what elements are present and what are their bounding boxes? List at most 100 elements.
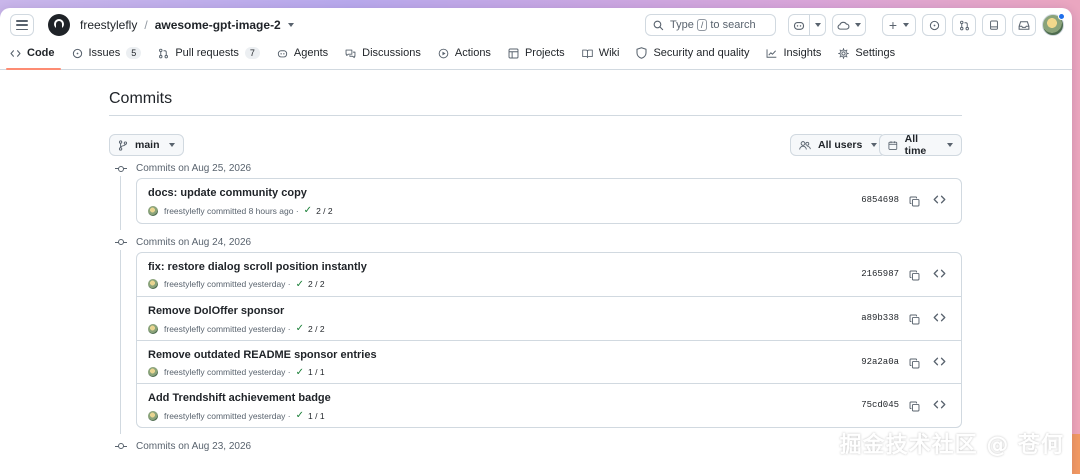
commit-time: committed yesterday: [207, 410, 286, 421]
page-title: Commits: [109, 90, 173, 107]
time-filter-button[interactable]: All time: [879, 133, 962, 157]
repositories-button[interactable]: [982, 14, 1006, 36]
copy-icon[interactable]: [909, 312, 920, 325]
commit-sha-link[interactable]: 6854698: [861, 195, 899, 205]
commit-author-link[interactable]: freestylefly: [164, 324, 205, 334]
copy-icon[interactable]: [909, 356, 920, 368]
issues-shortcut-button[interactable]: [922, 14, 946, 36]
commit-author-link[interactable]: freestylefly: [164, 411, 205, 421]
cloud-icon: [837, 21, 850, 30]
check-icon[interactable]: ✓: [296, 323, 304, 334]
tab-pull-requests[interactable]: Pull requests 7: [158, 42, 260, 64]
checks-count[interactable]: 2 / 2: [316, 206, 333, 216]
browse-repo-icon[interactable]: [933, 398, 946, 411]
tab-counter: 5: [126, 47, 142, 59]
users-filter-label: All users: [818, 139, 863, 151]
commit-message-link[interactable]: fix: restore dialog scroll position inst…: [148, 261, 367, 273]
github-logo-icon[interactable]: [48, 14, 70, 36]
check-icon[interactable]: ✓: [296, 410, 304, 421]
tab-label: Agents: [293, 47, 329, 59]
pull-requests-shortcut-button[interactable]: [952, 14, 976, 36]
commit-meta: freestylefly committed yesterday · ✓ 2 / 2: [148, 323, 325, 334]
commit-time: committed yesterday: [207, 323, 286, 334]
users-filter-button[interactable]: All users: [790, 134, 887, 156]
tab-code[interactable]: Code: [6, 42, 60, 70]
checks-count[interactable]: 2 / 2: [308, 324, 325, 334]
tab-projects[interactable]: Projects: [508, 42, 565, 64]
meta-separator: ·: [285, 410, 291, 421]
author-avatar[interactable]: [148, 205, 158, 216]
commit-message-link[interactable]: Remove outdated README sponsor entries: [148, 349, 377, 361]
browse-repo-icon[interactable]: [933, 193, 946, 206]
browse-repo-icon[interactable]: [933, 355, 946, 368]
commit-row: Remove outdated README sponsor entries fr…: [137, 339, 961, 384]
tab-security-and-quality[interactable]: Security and quality: [636, 42, 749, 64]
codespaces-button[interactable]: [832, 14, 866, 36]
notification-dot: [1058, 13, 1065, 20]
tab-agents[interactable]: Agents: [277, 42, 328, 64]
author-avatar[interactable]: [148, 410, 158, 421]
commit-author-link[interactable]: freestylefly: [164, 367, 205, 377]
chevron-down-icon[interactable]: [287, 23, 294, 27]
commit-sha-link[interactable]: 92a2a0a: [861, 357, 899, 367]
menu-button[interactable]: [10, 14, 34, 36]
commit-message-link[interactable]: Add Trendshift achievement badge: [148, 392, 331, 404]
repo-owner-link[interactable]: freestylefly: [80, 18, 137, 32]
checks-count[interactable]: 1 / 1: [308, 367, 325, 377]
search-placeholder-suffix: to search: [710, 19, 756, 31]
user-avatar[interactable]: [1042, 13, 1065, 36]
title-divider: [109, 115, 962, 116]
browse-repo-icon[interactable]: [933, 267, 946, 280]
commit-author-link[interactable]: freestylefly: [164, 279, 205, 289]
copy-icon[interactable]: [909, 194, 920, 207]
author-avatar[interactable]: [148, 279, 158, 289]
tab-discussions[interactable]: Discussions: [345, 42, 421, 64]
tab-insights[interactable]: Insights: [766, 42, 821, 64]
tab-counter: 7: [244, 47, 260, 59]
tab-label: Insights: [783, 47, 822, 59]
commit-author-link[interactable]: freestylefly: [164, 206, 205, 216]
search-input[interactable]: Type / to search: [645, 14, 776, 36]
tab-wiki[interactable]: Wiki: [581, 42, 619, 64]
commit-date-label: Commits on Aug 24, 2026: [136, 236, 252, 248]
check-icon[interactable]: ✓: [304, 205, 312, 216]
copy-icon[interactable]: [909, 268, 920, 280]
commit-date-label: Commits on Aug 25, 2026: [136, 163, 252, 174]
browse-repo-icon[interactable]: [933, 311, 946, 324]
commit-sha-link[interactable]: a89b338: [861, 313, 899, 323]
commit-sha-link[interactable]: 2165987: [861, 269, 899, 279]
check-icon[interactable]: ✓: [296, 367, 304, 378]
tab-issues[interactable]: Issues 5: [72, 42, 142, 64]
git-branch-icon: [118, 139, 128, 151]
commit-meta: freestylefly committed yesterday · ✓ 1 / 1: [148, 367, 325, 378]
branch-name: main: [135, 139, 160, 151]
copilot-button[interactable]: [788, 14, 810, 36]
commit-message-link[interactable]: docs: update community copy: [148, 187, 307, 199]
tab-label: Security and quality: [653, 47, 750, 59]
commits-page: Commits main All users All time Commits …: [109, 78, 962, 474]
people-icon: [799, 140, 811, 150]
repo-name-link[interactable]: awesome-gpt-image-2: [155, 18, 281, 32]
check-icon[interactable]: ✓: [296, 279, 304, 290]
plus-icon: +: [888, 17, 898, 33]
checks-count[interactable]: 2 / 2: [308, 279, 325, 289]
timeline-line: [120, 249, 121, 434]
commit-group-heading: Commits on Aug 24, 2026: [109, 237, 251, 248]
tab-actions[interactable]: Actions: [438, 42, 491, 64]
tab-settings[interactable]: Settings: [838, 42, 895, 64]
commit-message-link[interactable]: Remove DolOffer sponsor: [148, 305, 284, 317]
commit-sha-link[interactable]: 75cd045: [861, 400, 899, 410]
chevron-down-icon: [168, 143, 175, 147]
branch-selector-button[interactable]: main: [109, 134, 184, 156]
copy-icon[interactable]: [909, 399, 920, 412]
copilot-menu-button[interactable]: [810, 14, 826, 36]
browser-window: freestylefly / awesome-gpt-image-2 Type …: [0, 8, 1072, 474]
commit-row: fix: restore dialog scroll position inst…: [137, 253, 961, 297]
author-avatar[interactable]: [148, 367, 158, 377]
tab-label: Projects: [524, 47, 565, 59]
search-shortcut-key: /: [696, 19, 708, 31]
inbox-button[interactable]: [1012, 14, 1036, 36]
checks-count[interactable]: 1 / 1: [308, 411, 325, 421]
author-avatar[interactable]: [148, 323, 158, 334]
create-new-button[interactable]: +: [882, 14, 916, 36]
